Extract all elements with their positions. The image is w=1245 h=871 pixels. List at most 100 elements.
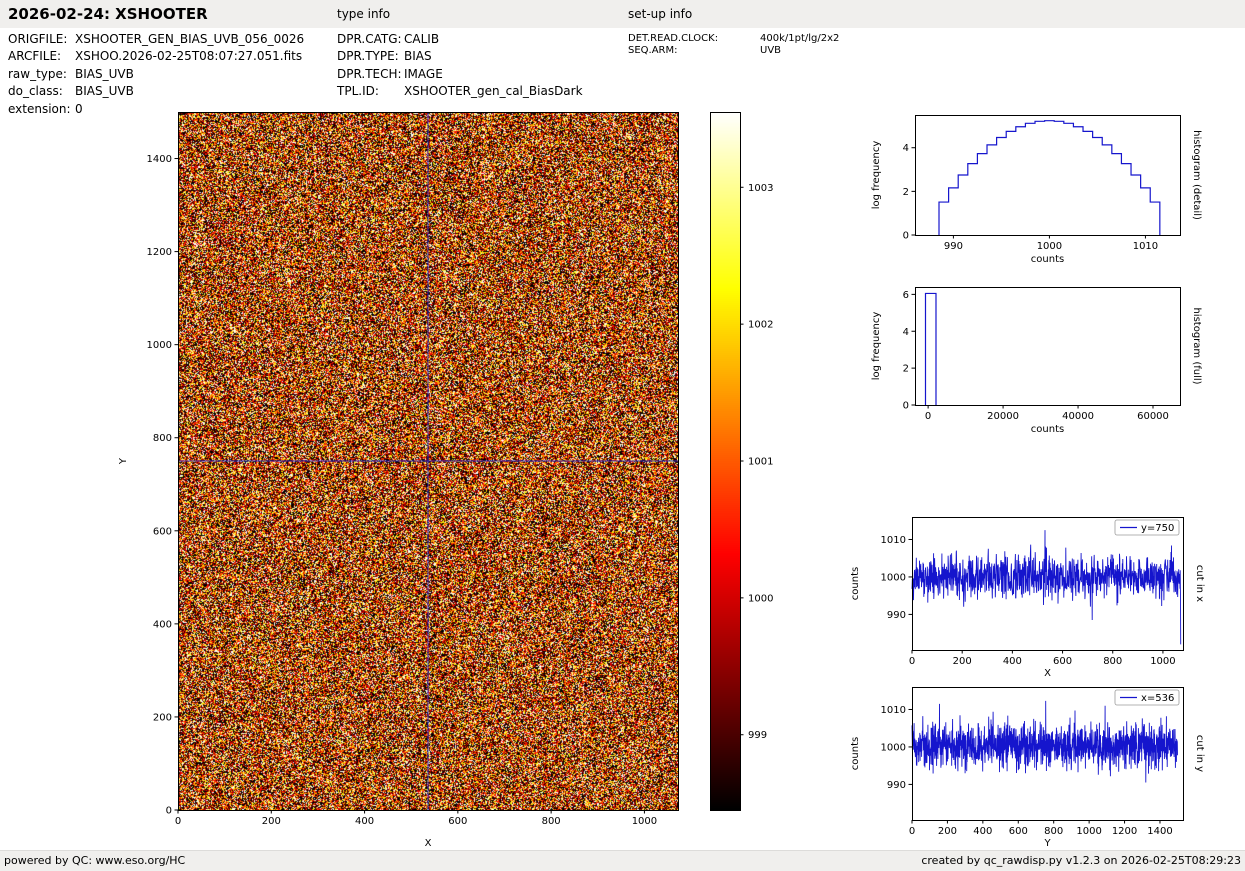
footer-left-text: powered by QC: www.eso.org/HC <box>4 854 185 867</box>
svg-text:800: 800 <box>153 433 172 444</box>
field-value: UVB <box>760 45 781 57</box>
file-info-row: ARCFILE: XSHOO.2026-02-25T08:07:27.051.f… <box>8 48 304 65</box>
field-value: XSHOO.2026-02-25T08:07:27.051.fits <box>75 48 302 65</box>
field-label: DET.READ.CLOCK: <box>628 33 760 45</box>
svg-text:400: 400 <box>153 619 172 630</box>
cut-y-legend <box>1115 690 1179 705</box>
svg-text:4: 4 <box>903 327 909 338</box>
field-label: DPR.TYPE: <box>337 48 404 65</box>
svg-text:histogram (detail): histogram (detail) <box>1191 130 1202 220</box>
svg-text:990: 990 <box>944 241 963 252</box>
colorbar-canvas <box>710 112 740 810</box>
type-info-row: DPR.TYPE: BIAS <box>337 48 583 65</box>
svg-text:X: X <box>1044 668 1051 679</box>
svg-text:1010: 1010 <box>1133 241 1158 252</box>
header-bar: 2026-02-24: XSHOOTER type info set-up in… <box>0 0 1245 28</box>
svg-text:1200: 1200 <box>147 247 172 258</box>
svg-text:1000: 1000 <box>1150 656 1175 667</box>
svg-text:1000: 1000 <box>1037 241 1062 252</box>
cut-y-plot: 020040060080010001200140099010001010Ycou… <box>850 688 1205 850</box>
file-info-row: do_class: BIAS_UVB <box>8 83 304 100</box>
svg-text:800: 800 <box>1044 826 1063 837</box>
svg-text:0: 0 <box>925 411 931 422</box>
field-value: BIAS_UVB <box>75 83 134 100</box>
svg-text:0: 0 <box>175 816 181 827</box>
field-value: IMAGE <box>404 66 443 83</box>
footer-right-text: created by qc_rawdisp.py v1.2.3 on 2026-… <box>921 854 1241 867</box>
field-value: XSHOOTER_gen_cal_BiasDark <box>404 83 583 100</box>
svg-text:1000: 1000 <box>1076 826 1101 837</box>
svg-text:990: 990 <box>887 610 906 621</box>
setup-info-heading: set-up info <box>628 7 692 21</box>
type-info-row: DPR.TECH: IMAGE <box>337 66 583 83</box>
svg-text:1000: 1000 <box>632 816 657 827</box>
file-info-row: ORIGFILE: XSHOOTER_GEN_BIAS_UVB_056_0026 <box>8 31 304 48</box>
field-value: BIAS_UVB <box>75 66 134 83</box>
bias-image-canvas <box>178 112 678 810</box>
field-label: do_class: <box>8 83 75 100</box>
page-title: 2026-02-24: XSHOOTER <box>8 5 208 23</box>
svg-text:990: 990 <box>887 780 906 791</box>
svg-text:2: 2 <box>903 364 909 375</box>
field-label: DPR.CATG: <box>337 31 404 48</box>
svg-text:1000: 1000 <box>881 742 906 753</box>
svg-text:400: 400 <box>355 816 374 827</box>
svg-text:counts: counts <box>1031 424 1064 435</box>
field-value: XSHOOTER_GEN_BIAS_UVB_056_0026 <box>75 31 304 48</box>
svg-text:x=536: x=536 <box>1141 693 1174 704</box>
svg-text:0: 0 <box>903 231 909 242</box>
footer-bar: powered by QC: www.eso.org/HC created by… <box>0 850 1245 871</box>
hist-detail-plot: 990 1000 1010 0 2 4 counts log frequency histogr… <box>871 116 1202 266</box>
svg-text:1010: 1010 <box>881 705 906 716</box>
hist-full-plot: 02000040000600000246countslog frequencyh… <box>871 288 1202 436</box>
svg-text:60000: 60000 <box>1137 411 1169 422</box>
svg-text:cut in y: cut in y <box>1194 735 1205 772</box>
field-label: TPL.ID: <box>337 83 404 100</box>
svg-text:600: 600 <box>153 526 172 537</box>
svg-text:X: X <box>425 838 432 849</box>
field-label: raw_type: <box>8 66 75 83</box>
svg-text:400: 400 <box>1003 656 1022 667</box>
svg-text:1000: 1000 <box>147 340 172 351</box>
field-label: ORIGFILE: <box>8 31 75 48</box>
setup-info-row: DET.READ.CLOCK: 400k/1pt/lg/2x2 <box>628 33 839 45</box>
file-info-block: ORIGFILE: XSHOOTER_GEN_BIAS_UVB_056_0026… <box>8 31 304 118</box>
svg-text:0: 0 <box>166 806 172 817</box>
svg-text:0: 0 <box>909 826 915 837</box>
type-info-row: TPL.ID: XSHOOTER_gen_cal_BiasDark <box>337 83 583 100</box>
svg-text:0: 0 <box>903 401 909 412</box>
svg-text:Y: Y <box>1043 838 1051 849</box>
svg-text:600: 600 <box>1053 656 1072 667</box>
svg-text:40000: 40000 <box>1062 411 1094 422</box>
svg-text:200: 200 <box>153 712 172 723</box>
svg-text:4: 4 <box>903 143 909 154</box>
type-info-block: DPR.CATG: CALIB DPR.TYPE: BIAS DPR.TECH:… <box>337 31 583 101</box>
field-label: ARCFILE: <box>8 48 75 65</box>
cut-x-plot: 0200400600800100099010001010Xcountscut i… <box>850 518 1205 680</box>
svg-text:log frequency: log frequency <box>871 141 882 210</box>
field-value: CALIB <box>404 31 439 48</box>
svg-text:counts: counts <box>1031 254 1064 265</box>
field-value: 0 <box>75 101 83 118</box>
svg-text:log frequency: log frequency <box>871 312 882 381</box>
field-label: DPR.TECH: <box>337 66 404 83</box>
svg-text:1003: 1003 <box>748 183 773 194</box>
setup-info-row: SEQ.ARM: UVB <box>628 45 839 57</box>
svg-text:1001: 1001 <box>748 457 773 468</box>
svg-text:999: 999 <box>748 730 767 741</box>
svg-text:0: 0 <box>909 656 915 667</box>
svg-text:1002: 1002 <box>748 320 773 331</box>
svg-text:y=750: y=750 <box>1141 523 1174 534</box>
type-info-row: DPR.CATG: CALIB <box>337 31 583 48</box>
svg-text:Y: Y <box>118 457 129 465</box>
svg-text:2: 2 <box>903 187 909 198</box>
svg-text:1200: 1200 <box>1112 826 1137 837</box>
svg-text:600: 600 <box>448 816 467 827</box>
svg-text:counts: counts <box>850 567 861 600</box>
setup-info-block: DET.READ.CLOCK: 400k/1pt/lg/2x2 SEQ.ARM:… <box>628 33 839 56</box>
field-label: extension: <box>8 101 75 118</box>
svg-text:200: 200 <box>953 656 972 667</box>
svg-text:1400: 1400 <box>147 154 172 165</box>
svg-text:200: 200 <box>262 816 281 827</box>
svg-text:800: 800 <box>1103 656 1122 667</box>
